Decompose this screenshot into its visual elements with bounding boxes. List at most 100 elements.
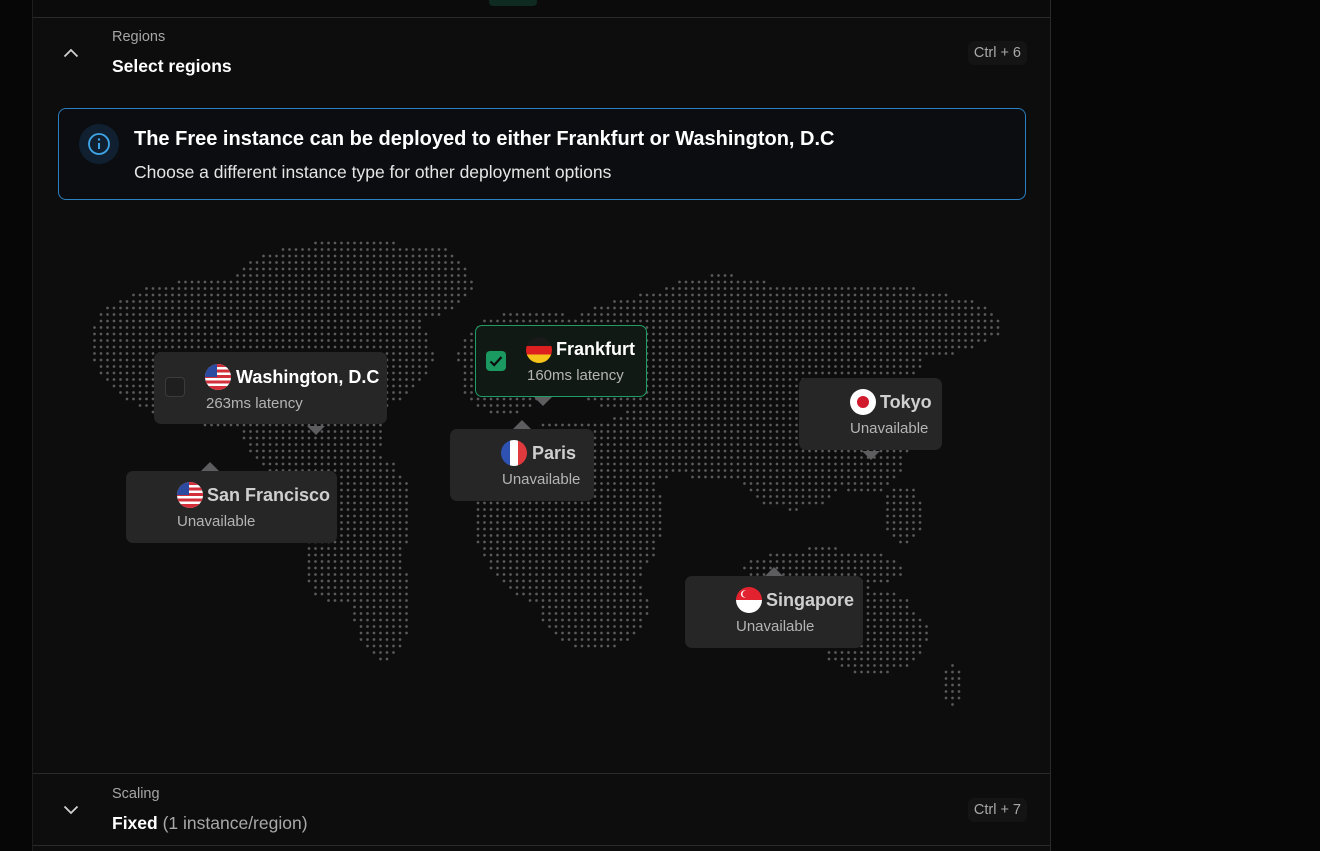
map-dot [281,319,285,323]
map-dot [210,306,213,310]
map-dot [619,306,623,310]
map-dot [392,254,395,258]
map-dot [229,306,233,310]
map-dot [145,300,148,303]
map-dot [821,566,824,570]
map-dot [164,345,168,349]
map-dot [879,306,883,310]
map-dot [957,339,961,342]
map-dot [379,514,382,518]
map-dot [912,488,915,492]
map-dot [197,313,200,316]
map-dot [307,436,311,440]
map-dot [353,553,356,557]
map-dot [886,287,889,290]
map-dot [788,391,792,394]
map-dot [743,293,746,297]
chevron-up-icon[interactable] [59,41,83,65]
map-dot [268,339,272,342]
map-dot [808,560,811,563]
map-dot [327,261,330,264]
map-dot [749,345,753,349]
region-checkbox-washington[interactable] [165,377,185,397]
map-dot [775,560,779,563]
map-dot [249,280,252,284]
map-dot [795,443,798,446]
map-dot [138,352,142,355]
region-checkbox-frankfurt[interactable] [486,351,506,371]
map-dot [723,436,727,440]
map-dot [808,449,811,453]
map-dot [678,404,681,407]
map-dot [821,339,824,342]
map-dot [756,352,759,355]
region-pin-washington[interactable]: Washington, D.C 263ms latency [154,352,387,424]
map-dot [379,313,382,316]
map-dot [249,332,252,336]
map-dot [580,313,584,316]
map-dot [801,462,805,466]
map-dot [158,326,161,329]
map-dot [385,287,389,290]
map-dot [288,449,291,453]
map-dot [314,436,317,440]
map-dot [879,566,883,570]
map-dot [632,560,636,563]
map-dot [353,566,356,570]
map-dot [613,631,616,635]
map-dot [119,339,122,342]
map-dot [821,371,824,375]
map-dot [561,423,564,427]
map-dot [652,514,655,518]
regions-section-header[interactable]: Regions Select regions Ctrl + 6 [33,18,1050,94]
region-pin-singapore[interactable]: Singapore Unavailable [685,576,863,648]
map-dot [866,605,870,609]
map-dot [652,443,655,446]
region-pin-paris[interactable]: Paris Unavailable [450,429,594,501]
map-dot [697,287,701,290]
map-dot [112,371,116,375]
map-dot [775,397,779,401]
region-pin-san-francisco[interactable]: San Francisco Unavailable [126,471,337,543]
map-dot [210,339,213,342]
region-name: Tokyo [880,392,932,412]
map-dot [580,618,584,622]
map-dot [392,605,395,609]
region-pin-tokyo[interactable]: Tokyo Unavailable [799,378,942,450]
map-dot [405,612,408,615]
map-dot [392,358,395,362]
map-dot [613,462,616,466]
map-dot [606,423,610,427]
map-dot [840,326,844,329]
map-dot [587,579,590,583]
map-dot [385,579,389,583]
map-dot [444,267,447,271]
map-dot [483,501,486,505]
map-dot [886,313,889,316]
map-dot [392,313,395,316]
map-dot [548,586,551,589]
map-dot [704,293,707,297]
scaling-section-header[interactable]: Scaling Fixed (1 instance/region) Ctrl +… [33,775,1050,851]
map-dot [522,404,525,407]
map-dot [541,592,545,596]
map-dot [684,391,688,394]
map-dot [795,495,798,498]
map-dot [658,358,662,362]
map-dot [548,553,551,557]
map-dot [320,274,324,277]
map-dot [600,430,603,433]
map-dot [743,345,746,349]
map-dot [164,287,168,290]
map-dot [710,430,714,433]
map-dot [892,313,896,316]
map-dot [346,579,350,583]
map-dot [463,287,467,290]
map-dot [392,241,395,245]
map-dot [899,573,902,576]
map-dot [327,579,330,583]
chevron-down-icon[interactable] [59,798,83,822]
map-dot [892,605,896,609]
map-dot [554,319,558,323]
region-pin-frankfurt[interactable]: Frankfurt 160ms latency [475,325,647,397]
